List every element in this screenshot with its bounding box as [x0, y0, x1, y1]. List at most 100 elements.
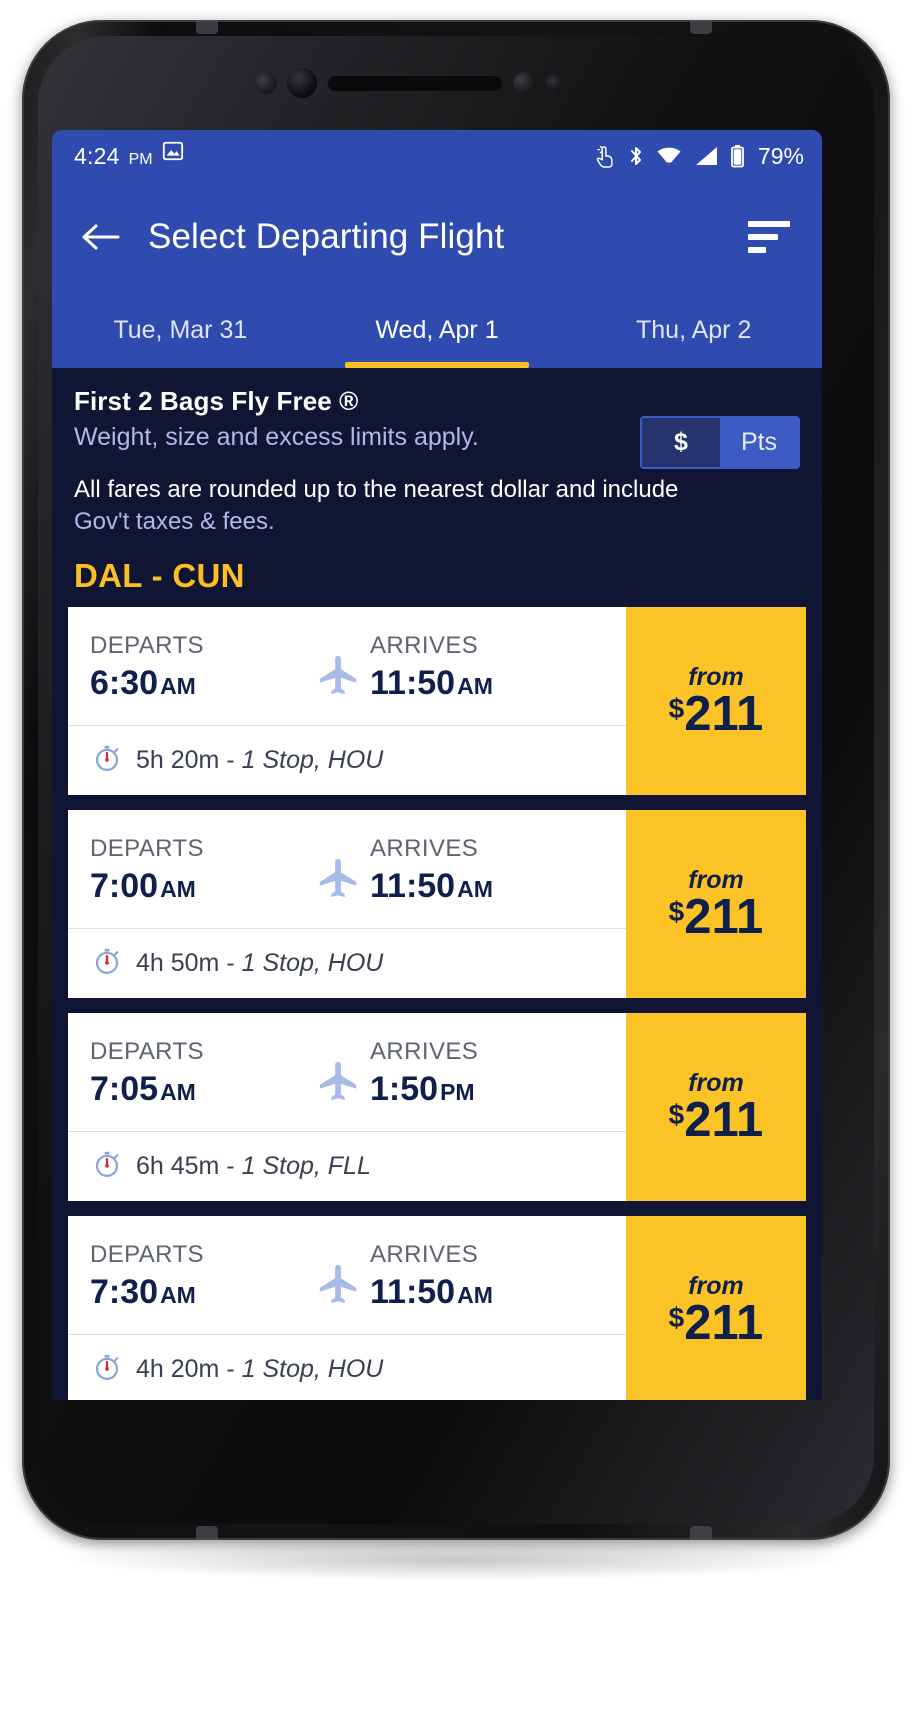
- flight-duration-text: 5h 20m - 1 Stop, HOU: [136, 746, 383, 775]
- flight-card[interactable]: DEPARTS 7:00AM ARRIVES 11:50AM 4h 50m - …: [68, 810, 806, 999]
- tab-date-selected[interactable]: Wed, Apr 1: [309, 292, 566, 368]
- plane-icon: [308, 1245, 370, 1307]
- duration-value: 5h 20m -: [136, 746, 242, 775]
- departure-time: 7:05AM: [90, 1070, 308, 1109]
- departure-time: 6:30AM: [90, 664, 308, 703]
- flight-times-row: DEPARTS 7:00AM ARRIVES 11:50AM: [68, 810, 626, 928]
- departure-time: 7:00AM: [90, 867, 308, 906]
- duration-value: 6h 45m -: [136, 1152, 242, 1181]
- tab-date-prev[interactable]: Tue, Mar 31: [52, 292, 309, 368]
- proximity-sensor-icon: [513, 72, 535, 94]
- price-value: 211: [684, 1093, 764, 1148]
- sort-line: [748, 247, 766, 253]
- antenna-band: [690, 1526, 712, 1540]
- arrives-label: ARRIVES: [370, 1037, 479, 1065]
- arrival-block: ARRIVES 1:50PM: [370, 1038, 626, 1109]
- touch-indicator-icon: [594, 144, 616, 168]
- arrival-meridiem: AM: [457, 875, 493, 902]
- departure-meridiem: AM: [160, 1078, 196, 1105]
- sort-icon[interactable]: [748, 214, 794, 260]
- stops-value: 1 Stop, HOU: [241, 746, 384, 775]
- back-button[interactable]: [78, 215, 122, 259]
- front-camera-icon: [287, 68, 317, 98]
- phone-screen: 4:24 PM 79% Select Departing Flight Tue,…: [52, 130, 822, 1400]
- arrival-time: 11:50AM: [370, 1273, 626, 1312]
- back-arrow-icon: [82, 224, 120, 250]
- currency-symbol: $: [668, 1099, 685, 1131]
- flight-price-button[interactable]: from $211: [626, 1216, 806, 1400]
- flight-duration-text: 4h 50m - 1 Stop, HOU: [136, 949, 383, 978]
- flight-list: DEPARTS 6:30AM ARRIVES 11:50AM 5h 20m - …: [52, 607, 822, 1400]
- flight-card[interactable]: DEPARTS 6:30AM ARRIVES 11:50AM 5h 20m - …: [68, 607, 806, 796]
- flight-duration-text: 4h 20m - 1 Stop, HOU: [136, 1355, 383, 1384]
- flight-card[interactable]: DEPARTS 7:30AM ARRIVES 11:50AM 4h 20m - …: [68, 1216, 806, 1400]
- departure-time-value: 7:00: [90, 866, 159, 905]
- departure-time-value: 7:30: [90, 1272, 159, 1311]
- toggle-dollars[interactable]: $: [642, 418, 720, 467]
- arrival-meridiem: PM: [440, 1078, 475, 1105]
- page-title: Select Departing Flight: [148, 217, 505, 256]
- flight-price-button[interactable]: from $211: [626, 607, 806, 796]
- departure-block: DEPARTS 7:00AM: [90, 835, 308, 906]
- departs-label: DEPARTS: [90, 1037, 204, 1065]
- antenna-band: [196, 1526, 218, 1540]
- toggle-points[interactable]: Pts: [720, 418, 798, 467]
- battery-icon: [730, 144, 745, 168]
- flight-duration-row: 4h 50m - 1 Stop, HOU: [68, 928, 626, 998]
- fare-disclaimer-line1: All fares are rounded up to the nearest …: [74, 476, 679, 503]
- departure-meridiem: AM: [160, 1281, 196, 1308]
- antenna-band: [690, 20, 712, 34]
- currency-symbol: $: [668, 896, 685, 928]
- flight-price-button[interactable]: from $211: [626, 810, 806, 999]
- device-sensor-cluster: [255, 64, 585, 102]
- tab-date-next[interactable]: Thu, Apr 2: [565, 292, 822, 368]
- tab-label: Tue, Mar 31: [113, 315, 248, 344]
- duration-value: 4h 50m -: [136, 949, 242, 978]
- screenshot-stage: 4:24 PM 79% Select Departing Flight Tue,…: [0, 0, 912, 1733]
- price-amount: $211: [669, 1096, 764, 1145]
- arrival-time-value: 11:50: [370, 663, 456, 702]
- sort-line: [748, 221, 790, 227]
- app-bar: Select Departing Flight: [52, 182, 822, 292]
- arrival-block: ARRIVES 11:50AM: [370, 835, 626, 906]
- flight-price-button[interactable]: from $211: [626, 1013, 806, 1202]
- flight-card-details: DEPARTS 7:00AM ARRIVES 11:50AM 4h 50m - …: [68, 810, 626, 998]
- wifi-icon: [656, 145, 682, 167]
- tab-label: Wed, Apr 1: [375, 315, 499, 344]
- flight-duration-row: 6h 45m - 1 Stop, FLL: [68, 1131, 626, 1201]
- flight-duration-text: 6h 45m - 1 Stop, FLL: [136, 1152, 371, 1181]
- arrival-meridiem: AM: [457, 672, 493, 699]
- price-amount: $211: [669, 893, 764, 942]
- clock-time: 4:24: [74, 143, 120, 169]
- status-bar-left: 4:24 PM: [74, 140, 184, 170]
- departure-block: DEPARTS 7:30AM: [90, 1241, 308, 1312]
- tab-label: Thu, Apr 2: [636, 315, 752, 344]
- status-bar: 4:24 PM 79%: [52, 130, 822, 182]
- fare-disclaimer-line2: Gov't taxes & fees.: [74, 507, 275, 535]
- currency-symbol: $: [668, 1302, 685, 1334]
- departure-time: 7:30AM: [90, 1273, 308, 1312]
- flight-card[interactable]: DEPARTS 7:05AM ARRIVES 1:50PM 6h 45m - 1…: [68, 1013, 806, 1202]
- currency-toggle[interactable]: $ Pts: [640, 416, 800, 469]
- departure-meridiem: AM: [160, 672, 196, 699]
- earpiece-speaker: [327, 74, 503, 92]
- arrives-label: ARRIVES: [370, 1240, 479, 1268]
- arrival-time-value: 11:50: [370, 1272, 456, 1311]
- clock-ampm: PM: [128, 151, 153, 168]
- image-icon: [162, 140, 184, 162]
- stops-value: 1 Stop, FLL: [241, 1152, 371, 1181]
- flight-duration-row: 4h 20m - 1 Stop, HOU: [68, 1334, 626, 1400]
- bluetooth-icon: [627, 144, 645, 168]
- departure-meridiem: AM: [160, 875, 196, 902]
- price-amount: $211: [669, 690, 764, 739]
- arrival-time-value: 11:50: [370, 866, 456, 905]
- price-value: 211: [684, 1296, 764, 1351]
- departure-block: DEPARTS 6:30AM: [90, 632, 308, 703]
- route-label: DAL - CUN: [52, 543, 822, 608]
- flight-times-row: DEPARTS 7:30AM ARRIVES 11:50AM: [68, 1216, 626, 1334]
- arrival-time: 11:50AM: [370, 664, 626, 703]
- bags-fly-free-headline: First 2 Bags Fly Free ®: [74, 386, 359, 416]
- flight-card-details: DEPARTS 7:05AM ARRIVES 1:50PM 6h 45m - 1…: [68, 1013, 626, 1201]
- stopwatch-icon: [92, 743, 122, 778]
- cell-signal-icon: [693, 145, 719, 167]
